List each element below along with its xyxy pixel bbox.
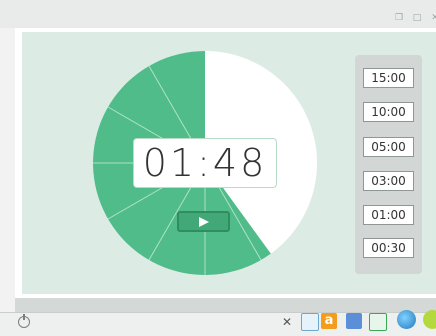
puzzle-app-icon[interactable]	[346, 313, 362, 329]
preset-panel: 15:00 10:00 05:00 03:00 01:00 00:30	[355, 55, 422, 274]
preset-button[interactable]: 03:00	[363, 171, 414, 191]
time-display: 01:48	[133, 138, 277, 188]
bottom-strip	[15, 298, 436, 312]
alarm-clock-icon[interactable]	[301, 313, 319, 331]
play-icon	[199, 217, 209, 227]
play-button[interactable]	[177, 211, 230, 232]
globe-app-icon[interactable]	[397, 310, 416, 329]
maximize-icon[interactable]: □	[412, 13, 422, 23]
smiley-app-icon[interactable]	[423, 310, 436, 329]
preset-button[interactable]: 01:00	[363, 205, 414, 225]
preset-button[interactable]: 10:00	[363, 102, 414, 122]
presentation-app-icon[interactable]	[369, 313, 387, 331]
title-bar	[0, 0, 436, 28]
close-icon[interactable]: ✕	[282, 316, 292, 328]
window-close-icon[interactable]: ✕	[430, 13, 436, 23]
power-icon[interactable]	[18, 314, 30, 328]
preset-button[interactable]: 00:30	[363, 238, 414, 258]
alpha-app-icon[interactable]: a	[321, 313, 337, 329]
preset-button[interactable]: 15:00	[363, 68, 414, 88]
restore-icon[interactable]: ❒	[394, 13, 404, 23]
preset-button[interactable]: 05:00	[363, 137, 414, 157]
